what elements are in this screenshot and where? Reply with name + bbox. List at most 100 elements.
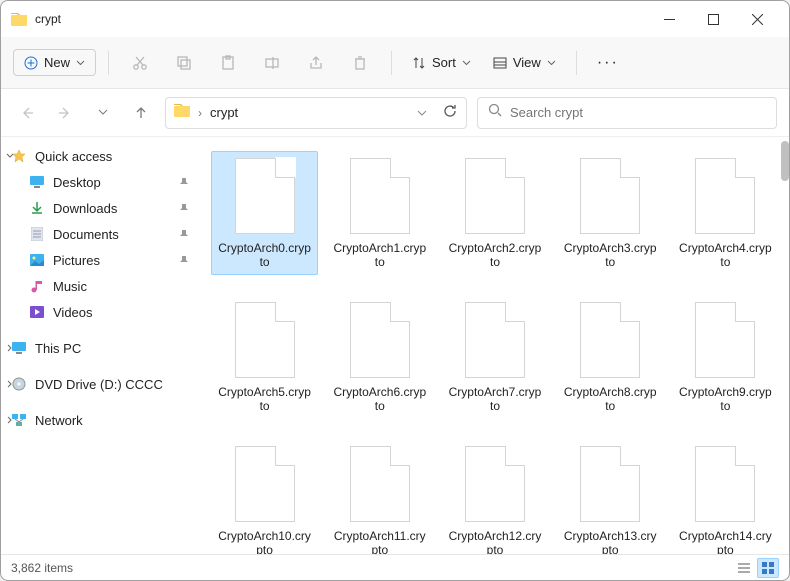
file-item[interactable]: CryptoArch14.crypto — [672, 439, 779, 554]
search-input[interactable] — [510, 105, 766, 120]
chevron-down-icon[interactable] — [417, 104, 427, 122]
chevron-right-icon — [5, 341, 15, 356]
share-button[interactable] — [297, 45, 335, 81]
file-item[interactable]: CryptoArch9.crypto — [672, 295, 779, 419]
breadcrumb-current[interactable]: crypt — [210, 105, 238, 120]
sidebar-label: Pictures — [53, 253, 100, 268]
recent-button[interactable] — [89, 99, 117, 127]
sidebar-label: Music — [53, 279, 87, 294]
file-name: CryptoArch11.crypto — [332, 529, 427, 554]
sidebar-dvd[interactable]: DVD Drive (D:) CCCC — [5, 371, 197, 397]
new-button[interactable]: New — [13, 49, 96, 76]
file-icon — [232, 157, 298, 235]
file-item[interactable]: CryptoArch10.crypto — [211, 439, 318, 554]
view-button[interactable]: View — [485, 50, 564, 75]
sidebar-item-videos[interactable]: Videos — [5, 299, 197, 325]
address-bar[interactable]: › crypt — [165, 97, 467, 129]
forward-button[interactable] — [51, 99, 79, 127]
maximize-button[interactable] — [691, 4, 735, 34]
pin-icon — [179, 227, 189, 242]
file-item[interactable]: CryptoArch5.crypto — [211, 295, 318, 419]
file-item[interactable]: CryptoArch7.crypto — [441, 295, 548, 419]
main-pane: Quick access Desktop Downloads Documents — [1, 137, 789, 554]
downloads-icon — [29, 200, 45, 216]
pictures-icon — [29, 252, 45, 268]
sidebar-label: Network — [35, 413, 83, 428]
search-icon — [488, 103, 502, 122]
file-icon — [462, 445, 528, 523]
file-item[interactable]: CryptoArch11.crypto — [326, 439, 433, 554]
cut-button[interactable] — [121, 45, 159, 81]
more-button[interactable]: ··· — [589, 54, 627, 72]
documents-icon — [29, 226, 45, 242]
paste-button[interactable] — [209, 45, 247, 81]
file-icon — [692, 445, 758, 523]
window-title: crypt — [35, 12, 647, 26]
file-item[interactable]: CryptoArch13.crypto — [557, 439, 664, 554]
file-icon — [462, 157, 528, 235]
close-button[interactable] — [735, 4, 779, 34]
file-item[interactable]: CryptoArch2.crypto — [441, 151, 548, 275]
navigation-bar: › crypt — [1, 89, 789, 137]
sidebar-this-pc[interactable]: This PC — [5, 335, 197, 361]
sidebar-item-downloads[interactable]: Downloads — [5, 195, 197, 221]
sidebar-label: Downloads — [53, 201, 117, 216]
pin-icon — [179, 201, 189, 216]
sidebar-item-pictures[interactable]: Pictures — [5, 247, 197, 273]
file-name: CryptoArch10.crypto — [217, 529, 312, 554]
file-icon — [232, 445, 298, 523]
divider — [108, 51, 109, 75]
scrollbar[interactable] — [781, 141, 789, 181]
delete-button[interactable] — [341, 45, 379, 81]
file-name: CryptoArch8.crypto — [563, 385, 658, 413]
file-item[interactable]: CryptoArch1.crypto — [326, 151, 433, 275]
file-item[interactable]: CryptoArch3.crypto — [557, 151, 664, 275]
file-name: CryptoArch0.crypto — [217, 241, 312, 269]
chevron-down-icon — [462, 60, 471, 66]
sidebar-quick-access[interactable]: Quick access — [5, 143, 197, 169]
sidebar-label: Videos — [53, 305, 93, 320]
file-item[interactable]: CryptoArch8.crypto — [557, 295, 664, 419]
file-item[interactable]: CryptoArch0.crypto — [211, 151, 318, 275]
up-button[interactable] — [127, 99, 155, 127]
sidebar-label: Documents — [53, 227, 119, 242]
file-item[interactable]: CryptoArch12.crypto — [441, 439, 548, 554]
chevron-right-icon — [5, 413, 15, 428]
icons-view-button[interactable] — [757, 558, 779, 578]
sidebar: Quick access Desktop Downloads Documents — [1, 137, 201, 554]
plus-circle-icon — [24, 56, 38, 70]
file-name: CryptoArch7.crypto — [447, 385, 542, 413]
view-icon — [493, 56, 507, 70]
sidebar-item-music[interactable]: Music — [5, 273, 197, 299]
sort-button[interactable]: Sort — [404, 50, 479, 75]
file-icon — [347, 301, 413, 379]
rename-button[interactable] — [253, 45, 291, 81]
chevron-down-icon — [547, 60, 556, 66]
refresh-button[interactable] — [443, 103, 458, 123]
view-label: View — [513, 55, 541, 70]
file-name: CryptoArch5.crypto — [217, 385, 312, 413]
divider — [576, 51, 577, 75]
file-item[interactable]: CryptoArch4.crypto — [672, 151, 779, 275]
back-button[interactable] — [13, 99, 41, 127]
sidebar-item-desktop[interactable]: Desktop — [5, 169, 197, 195]
file-icon — [692, 157, 758, 235]
title-bar: crypt — [1, 1, 789, 37]
file-pane[interactable]: CryptoArch0.cryptoCryptoArch1.cryptoCryp… — [201, 137, 789, 554]
sidebar-label: Desktop — [53, 175, 101, 190]
minimize-button[interactable] — [647, 4, 691, 34]
file-icon — [577, 301, 643, 379]
details-view-button[interactable] — [733, 558, 755, 578]
folder-icon — [174, 103, 190, 122]
sidebar-item-documents[interactable]: Documents — [5, 221, 197, 247]
copy-button[interactable] — [165, 45, 203, 81]
sidebar-network[interactable]: Network — [5, 407, 197, 433]
file-icon — [347, 157, 413, 235]
status-bar: 3,862 items — [1, 554, 789, 580]
search-box[interactable] — [477, 97, 777, 129]
file-item[interactable]: CryptoArch6.crypto — [326, 295, 433, 419]
videos-icon — [29, 304, 45, 320]
breadcrumb-sep: › — [198, 106, 202, 120]
item-count: 3,862 items — [11, 561, 733, 575]
sort-label: Sort — [432, 55, 456, 70]
